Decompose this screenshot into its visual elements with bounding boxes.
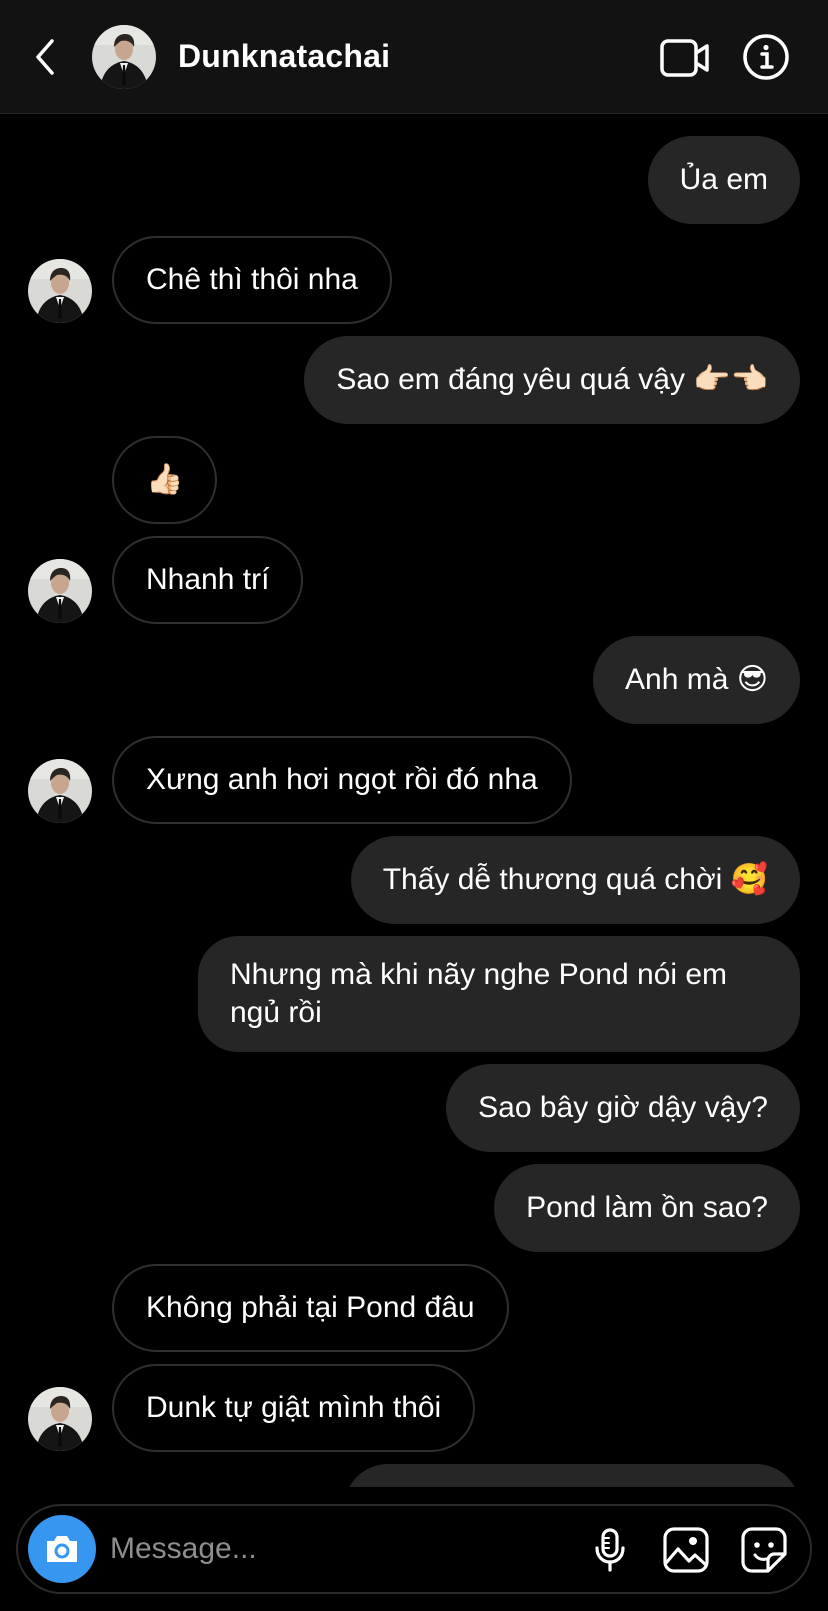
camera-button[interactable] (28, 1515, 96, 1583)
message-bubble-outgoing-partial[interactable] (344, 1464, 800, 1487)
message-text: Không phải tại Pond đâu (146, 1291, 475, 1324)
message-bubble-outgoing[interactable]: Thấy dễ thương quá chời 🥰 (350, 836, 800, 924)
sticker-button[interactable] (740, 1526, 788, 1574)
microphone-button[interactable] (586, 1526, 634, 1574)
message-text: Pond làm ồn sao? (526, 1191, 768, 1224)
chevron-left-icon (36, 39, 54, 75)
message-bubble-incoming[interactable]: Không phải tại Pond đâu (112, 1264, 509, 1352)
message-bubble-outgoing[interactable]: Sao em đáng yêu quá vậy 👉🏻👈🏻 (304, 336, 800, 424)
message-text: Anh mà 😎 (625, 663, 768, 696)
contact-name[interactable]: Dunknatachai (178, 38, 390, 75)
message-bubble-incoming[interactable]: Nhanh trí (112, 536, 304, 624)
message-text: 👍🏻 (146, 463, 184, 496)
message-bubble-outgoing[interactable]: Ủa em (647, 136, 800, 224)
message-text: Thấy dễ thương quá chời 🥰 (382, 863, 768, 896)
gallery-button[interactable] (662, 1526, 710, 1574)
message-text: Dunk tự giật mình thôi (146, 1391, 442, 1424)
message-text: Sao em đáng yêu quá vậy 👉🏻👈🏻 (336, 363, 768, 396)
sticker-icon (741, 1527, 787, 1573)
chat-header: Dunknatachai (0, 0, 828, 114)
message-text: Nhanh trí (146, 563, 270, 596)
message-text: Sao bây giờ dậy vậy? (478, 1091, 768, 1124)
image-gallery-icon (663, 1527, 709, 1573)
message-bubble-outgoing[interactable]: Nhưng mà khi nãy nghe Pond nói em ngủ rồ… (198, 936, 800, 1052)
video-call-button[interactable] (660, 38, 710, 78)
back-button[interactable] (30, 35, 64, 79)
info-icon (743, 34, 789, 80)
message-bubble-incoming[interactable]: Xưng anh hơi ngọt rồi đó nha (112, 736, 572, 824)
sender-avatar[interactable] (28, 259, 92, 323)
message-bubble-outgoing[interactable]: Pond làm ồn sao? (494, 1164, 800, 1252)
message-input[interactable] (110, 1524, 550, 1574)
message-composer (16, 1504, 812, 1594)
message-bubble-incoming[interactable]: Dunk tự giật mình thôi (112, 1364, 476, 1452)
camera-icon (47, 1536, 77, 1562)
message-text: Xưng anh hơi ngọt rồi đó nha (146, 763, 538, 796)
message-bubble-incoming[interactable]: Chê thì thôi nha (112, 236, 392, 324)
message-bubble-incoming[interactable]: 👍🏻 (112, 436, 218, 524)
message-text: Nhưng mà khi nãy nghe Pond nói em ngủ rồ… (230, 958, 728, 1029)
info-button[interactable] (742, 33, 790, 81)
sender-avatar[interactable] (28, 559, 92, 623)
message-bubble-outgoing[interactable]: Anh mà 😎 (593, 636, 800, 724)
microphone-icon (595, 1528, 625, 1572)
message-text: Chê thì thôi nha (146, 263, 358, 296)
sender-avatar[interactable] (28, 759, 92, 823)
contact-avatar[interactable] (92, 25, 156, 89)
message-thread[interactable]: Ủa em Chê thì thôi nha Sao em đáng yêu q… (0, 114, 828, 1487)
video-camera-icon (660, 39, 709, 77)
message-bubble-outgoing[interactable]: Sao bây giờ dậy vậy? (446, 1064, 800, 1152)
sender-avatar[interactable] (28, 1387, 92, 1451)
message-text: Ủa em (679, 163, 768, 196)
